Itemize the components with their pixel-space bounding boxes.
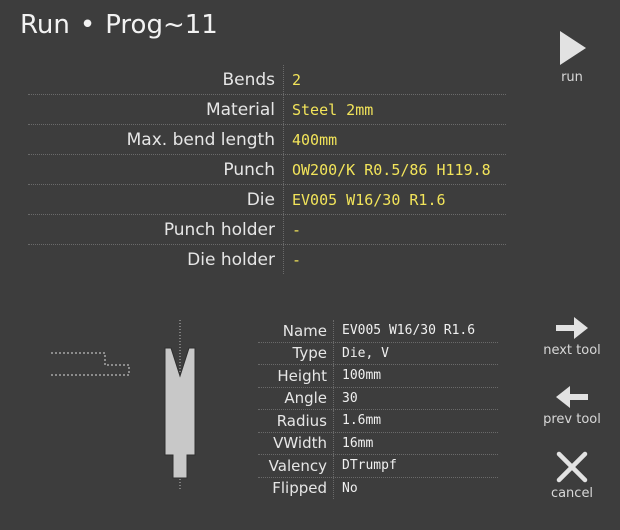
info-value: -: [292, 250, 302, 269]
prev-tool-label: prev tool: [543, 412, 601, 427]
tool-row-vwidth: VWidth 16mm: [258, 432, 498, 455]
page-title: Run • Prog~11: [20, 10, 218, 40]
tool-label: Height: [258, 365, 334, 387]
tool-value: No: [342, 480, 358, 496]
tool-value: 16mm: [342, 435, 374, 451]
info-value: Steel 2mm: [292, 100, 374, 119]
tool-row-radius: Radius 1.6mm: [258, 410, 498, 433]
close-icon: [556, 451, 588, 483]
info-row-bends: Bends 2: [28, 65, 506, 95]
info-value: 2: [292, 70, 302, 89]
prev-tool-button[interactable]: prev tool: [532, 384, 612, 427]
tool-label: Flipped: [258, 477, 334, 499]
arrow-right-icon: [556, 317, 588, 339]
info-value: 400mm: [292, 130, 338, 149]
tool-details-table: Name EV005 W16/30 R1.6 Type Die, V Heigh…: [258, 320, 498, 499]
next-tool-label: next tool: [543, 343, 601, 358]
tool-value: 100mm: [342, 368, 382, 384]
die-profile-diagram: [51, 320, 196, 490]
tool-value: DTrumpf: [342, 458, 397, 474]
arrow-left-icon: [556, 386, 588, 408]
tool-label: Valency: [258, 455, 334, 477]
info-label: Max. bend length: [28, 125, 284, 154]
info-row-die: Die EV005 W16/30 R1.6: [28, 185, 506, 215]
tool-row-valency: Valency DTrumpf: [258, 455, 498, 478]
run-button-label: run: [561, 70, 583, 85]
tool-label: Angle: [258, 387, 334, 409]
tool-row-flipped: Flipped No: [258, 477, 498, 499]
info-label: Punch holder: [28, 215, 284, 244]
tool-row-angle: Angle 30: [258, 387, 498, 410]
tool-row-name: Name EV005 W16/30 R1.6: [258, 320, 498, 343]
info-row-max-bend-length: Max. bend length 400mm: [28, 125, 506, 155]
program-name: Prog~11: [105, 10, 218, 40]
info-row-punch-holder: Punch holder -: [28, 215, 506, 245]
info-label: Die holder: [28, 245, 284, 274]
info-label: Punch: [28, 155, 284, 184]
tool-row-height: Height 100mm: [258, 365, 498, 388]
tool-value: EV005 W16/30 R1.6: [342, 323, 476, 339]
workpiece-outline: [51, 352, 130, 376]
info-row-punch: Punch OW200/K R0.5/86 H119.8: [28, 155, 506, 185]
info-row-die-holder: Die holder -: [28, 245, 506, 274]
app-title: Run: [20, 10, 70, 40]
tool-row-type: Type Die, V: [258, 342, 498, 365]
info-label: Die: [28, 185, 284, 214]
tool-value: 1.6mm: [342, 413, 382, 429]
tool-value: 30: [342, 390, 358, 406]
info-value: EV005 W16/30 R1.6: [292, 190, 446, 209]
info-value: OW200/K R0.5/86 H119.8: [292, 160, 491, 179]
info-value: -: [292, 220, 302, 239]
tool-value: Die, V: [342, 345, 389, 361]
cancel-button[interactable]: cancel: [532, 450, 612, 501]
cancel-label: cancel: [550, 486, 594, 501]
tool-label: Name: [258, 320, 334, 342]
info-row-material: Material Steel 2mm: [28, 95, 506, 125]
die-body: [164, 347, 196, 479]
next-tool-button[interactable]: next tool: [532, 315, 612, 358]
play-icon: [560, 31, 586, 65]
info-label: Bends: [28, 65, 284, 94]
program-info-table: Bends 2 Material Steel 2mm Max. bend len…: [28, 65, 506, 274]
tool-label: VWidth: [258, 432, 334, 454]
info-label: Material: [28, 95, 284, 124]
run-button[interactable]: run: [532, 28, 612, 85]
tool-label: Type: [258, 342, 334, 364]
title-separator: •: [79, 10, 96, 40]
tool-label: Radius: [258, 410, 334, 432]
